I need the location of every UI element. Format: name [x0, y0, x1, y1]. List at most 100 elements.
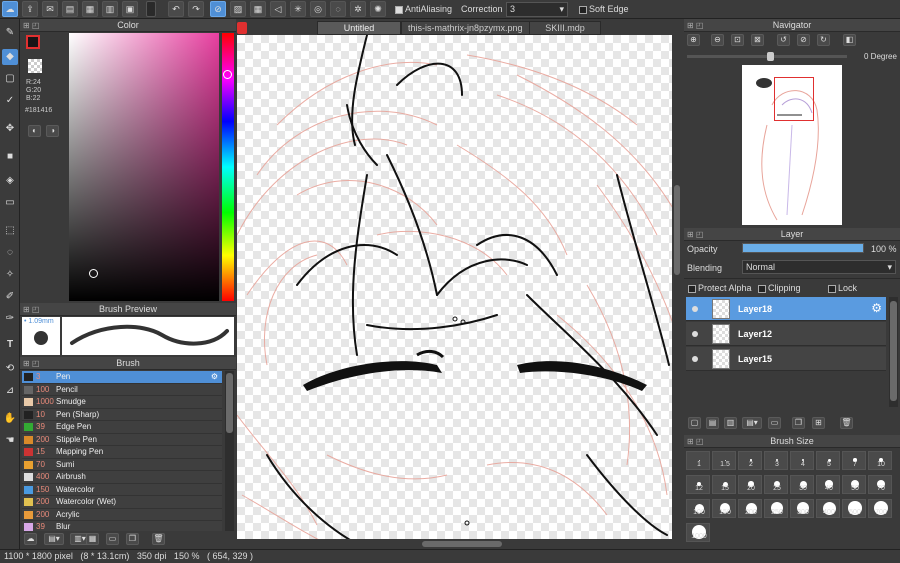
antialiasing-toggle[interactable]: AntiAliasing [395, 4, 452, 14]
layer-row[interactable]: Layer15 [686, 347, 886, 371]
brush-size-option[interactable]: 20 [738, 475, 762, 494]
layer-folder-icon[interactable]: ▭ [768, 417, 781, 429]
actual-size-icon[interactable]: ⊠ [751, 34, 764, 46]
layer-row[interactable]: Layer18 ⚙ [686, 297, 886, 321]
brush-size-option[interactable]: 50 [842, 475, 866, 494]
color-settings-icon[interactable]: ◑ [46, 125, 59, 137]
brush-item[interactable]: 150 Watercolor [22, 483, 222, 496]
brush-size-option[interactable]: 7 [842, 451, 866, 470]
brush-item[interactable]: 3 Pen ⚙ [22, 371, 222, 384]
hand-tool-icon[interactable]: ✋ [2, 411, 18, 427]
brush-size-option[interactable]: 200 [738, 499, 762, 518]
lock-checkbox[interactable] [828, 284, 836, 293]
layout-icon[interactable]: ▣ [122, 1, 138, 17]
layer-settings-icon[interactable]: ⚙ [871, 301, 882, 315]
snap-vanishing-icon[interactable]: ◁ [270, 1, 286, 17]
protect-alpha-toggle[interactable]: Protect Alpha [688, 283, 752, 293]
tab-skiii-mdp[interactable]: SKIII.mdp [529, 21, 601, 35]
layer-row[interactable]: Layer12 [686, 322, 886, 346]
opacity-slider[interactable] [742, 243, 864, 253]
operation-tool-icon[interactable]: ⟲ [2, 361, 18, 377]
soft-edge-toggle[interactable]: Soft Edge [579, 4, 629, 14]
brush-item[interactable]: 39 Edge Pen [22, 421, 222, 434]
brush-size-option[interactable]: 500 [842, 499, 866, 518]
redo-icon[interactable]: ↷ [188, 1, 204, 17]
snap-crisscross-icon[interactable]: ▦ [250, 1, 266, 17]
lock-toggle[interactable]: Lock [828, 283, 857, 293]
brush-size-option[interactable]: 1000 [686, 523, 710, 542]
fit-icon[interactable]: ⊡ [731, 34, 744, 46]
new-layer-3-icon[interactable]: ▥ [724, 417, 737, 429]
eyedropper-tool-icon[interactable]: ⊿ [2, 383, 18, 399]
brush-size-option[interactable]: 3 [764, 451, 788, 470]
panel-expand-icon[interactable]: ⊞ ◰ [23, 357, 39, 370]
brush-size-option[interactable]: 4 [790, 451, 814, 470]
brush-item[interactable]: 1000 Smudge [22, 396, 222, 409]
brush-add-menu-icon[interactable]: ▤▾ [44, 533, 64, 545]
tab-close-icon[interactable] [237, 22, 247, 34]
brush-new-icon[interactable]: ▦ [86, 533, 99, 545]
new-layer-icon[interactable]: ▢ [688, 417, 701, 429]
brush-size-option[interactable]: 1 [686, 451, 710, 470]
brush-size-option[interactable]: 150 [712, 499, 736, 518]
brush-size-option[interactable]: 15 [712, 475, 736, 494]
eye-icon[interactable] [692, 306, 698, 312]
rotation-slider[interactable] [687, 52, 847, 61]
panel-expand-icon[interactable]: ⊞ ◰ [687, 19, 703, 32]
scrollbar-thumb[interactable] [422, 541, 502, 547]
brush-size-option[interactable]: 25 [764, 475, 788, 494]
eye-icon[interactable] [692, 331, 698, 337]
soft-edge-checkbox[interactable] [579, 5, 587, 14]
secondary-color-swatch[interactable] [28, 59, 42, 73]
brush-size-option[interactable]: 70 [868, 475, 892, 494]
eye-icon[interactable] [692, 356, 698, 362]
lasso-tool-icon[interactable]: ◌ [2, 245, 18, 261]
zoom-in-icon[interactable]: ⊕ [687, 34, 700, 46]
selection-tool-icon[interactable]: ⬚ [2, 223, 18, 239]
snap-parallel-icon[interactable]: ▨ [230, 1, 246, 17]
brush-cloud-icon[interactable]: ☁ [24, 533, 37, 545]
primary-color-swatch[interactable] [26, 35, 40, 49]
layer-list-scrollbar[interactable] [889, 297, 898, 407]
brush-item[interactable]: 39 Blur [22, 521, 222, 531]
export-icon[interactable]: ⇪ [22, 1, 38, 17]
navigator-thumbnail[interactable] [742, 65, 842, 225]
saturation-value-picker[interactable] [69, 33, 219, 301]
canvas-horizontal-scrollbar[interactable] [237, 539, 672, 549]
cloud-icon[interactable]: ☁ [2, 1, 18, 17]
brush-size-option[interactable]: 100 [686, 499, 710, 518]
layer-menu-icon[interactable]: ▤▾ [742, 417, 762, 429]
sv-cursor[interactable] [89, 269, 98, 278]
drawing-canvas[interactable] [237, 35, 682, 549]
select-rect-tool-icon[interactable]: ▢ [2, 71, 18, 87]
layer-copy-icon[interactable]: ❐ [792, 417, 805, 429]
brush-size-option[interactable]: 5 [816, 451, 840, 470]
canvas-vertical-scrollbar[interactable] [672, 35, 682, 549]
clipping-toggle[interactable]: Clipping [758, 283, 801, 293]
layer-delete-icon[interactable]: 🗑 [840, 417, 853, 429]
select-pen-tool-icon[interactable]: ✐ [2, 289, 18, 305]
magic-wand-tool-icon[interactable]: ✧ [2, 267, 18, 283]
brush-size-option[interactable]: 250 [764, 499, 788, 518]
grid-icon[interactable]: ▥ [102, 1, 118, 17]
undo-icon[interactable]: ↶ [168, 1, 184, 17]
pen-tool-icon[interactable]: ✓ [2, 93, 18, 109]
snap-settings-icon[interactable]: ✲ [350, 1, 366, 17]
brush-item[interactable]: 70 Sumi [22, 458, 222, 471]
brush-item[interactable]: 200 Acrylic [22, 508, 222, 521]
scrollbar-thumb[interactable] [226, 373, 233, 433]
brush-size-option[interactable]: 30 [790, 475, 814, 494]
brush-size-option[interactable]: 40 [816, 475, 840, 494]
brush-size-option[interactable]: 300 [790, 499, 814, 518]
snap-circle-icon[interactable]: ◎ [310, 1, 326, 17]
brush-delete-icon[interactable]: 🗑 [152, 533, 165, 545]
blending-select[interactable]: Normal ▾ [742, 260, 896, 274]
brush-size-option[interactable]: 400 [816, 499, 840, 518]
scrollbar-thumb[interactable] [890, 301, 897, 401]
fill-rect-tool-icon[interactable]: ■ [2, 149, 18, 165]
gradient-tool-icon[interactable]: ▭ [2, 195, 18, 211]
brush-list-scrollbar[interactable] [225, 371, 234, 531]
panel-expand-icon[interactable]: ⊞ ◰ [687, 435, 703, 448]
select-eraser-tool-icon[interactable]: ✑ [2, 311, 18, 327]
flip-icon[interactable]: ◧ [843, 34, 856, 46]
